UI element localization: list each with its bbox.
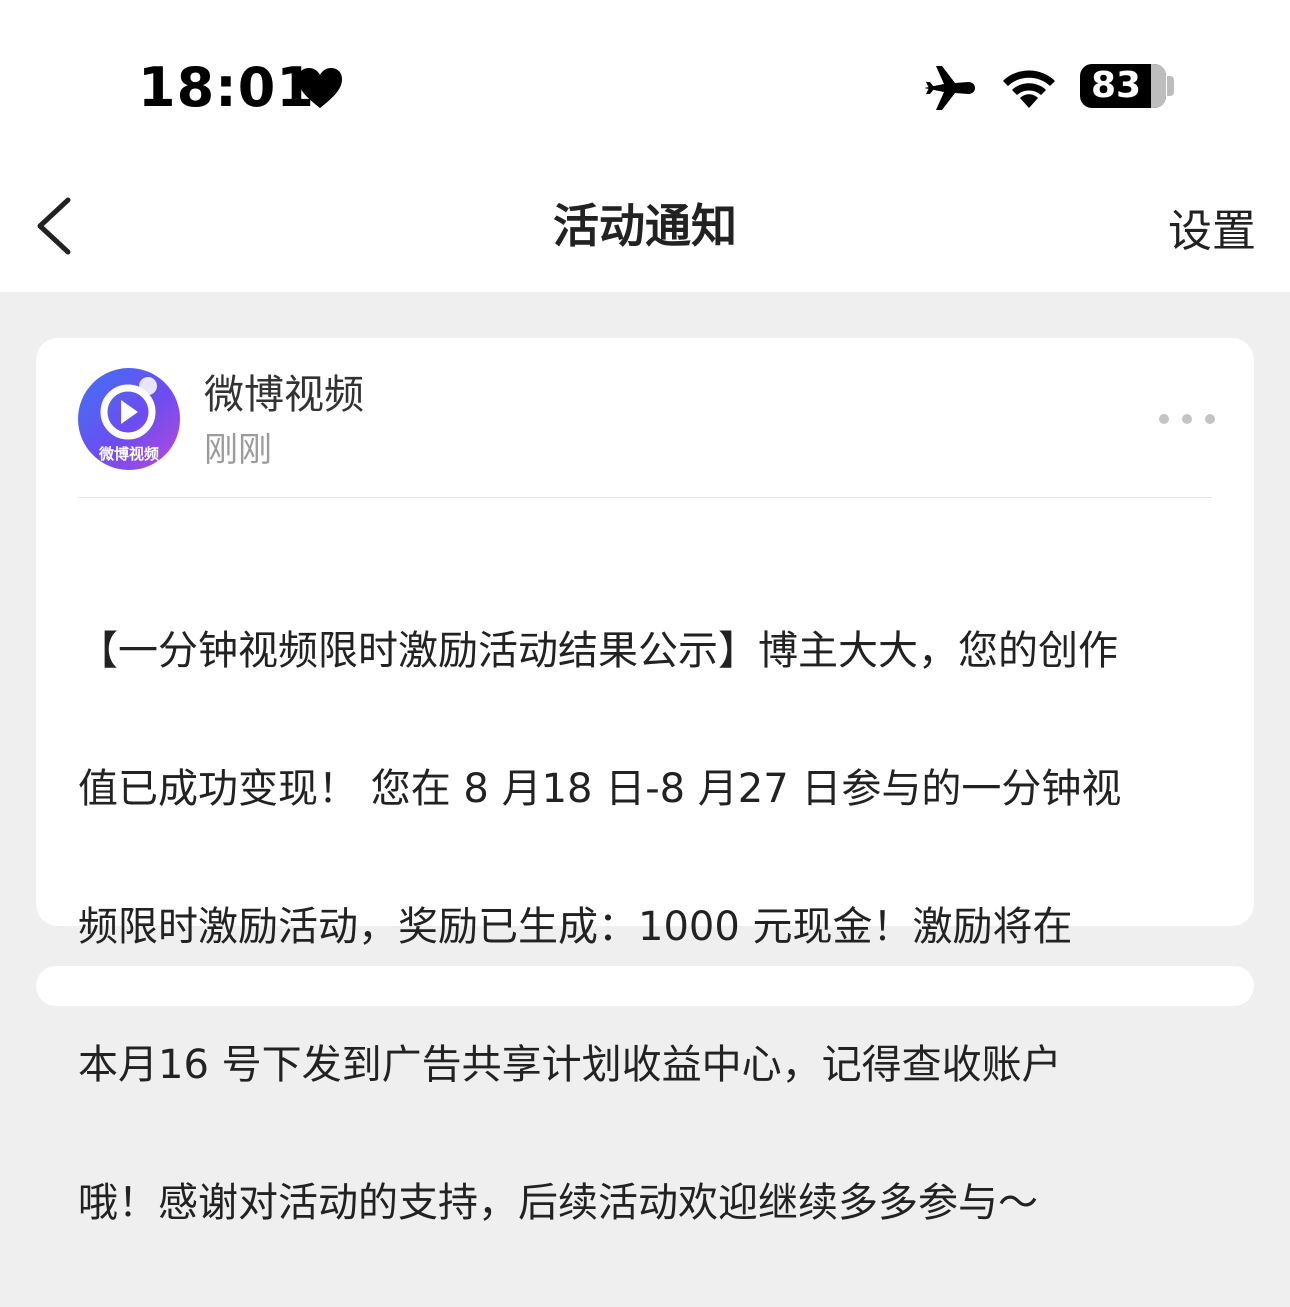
sent-time: 刚刚 — [204, 430, 272, 470]
notification-message: 【一分钟视频限时激励活动结果公示】博主大大，您的创作 值已成功变现！ 您在 8 … — [78, 548, 1218, 1307]
header-area: 18:01 83 活动通知 设置 — [0, 0, 1290, 292]
more-dots-icon[interactable] — [1156, 410, 1218, 428]
avatar-label: 微博视频 — [98, 445, 159, 463]
message-line: 本月16 号下发到广告共享计划收益中心，记得查收账户 — [78, 1042, 1062, 1088]
notification-card[interactable]: 微博视频 微博视频 刚刚 【一分钟视频限时激励活动结果公示】博主大大，您的创作 … — [36, 338, 1254, 1226]
message-line: 频限时激励活动，奖励已生成：1000 元现金！激励将在 — [78, 904, 1073, 950]
sender-name[interactable]: 微博视频 — [204, 368, 364, 422]
divider — [78, 497, 1212, 498]
battery-tip — [1167, 76, 1174, 96]
page-title: 活动通知 — [553, 199, 737, 253]
settings-button[interactable]: 设置 — [1168, 202, 1256, 262]
message-line: 值已成功变现！ 您在 8 月18 日-8 月27 日参与的一分钟视 — [78, 766, 1122, 812]
message-line: 哦！感谢对活动的支持，后续活动欢迎继续多多参与～ — [78, 1180, 1038, 1226]
battery-empty-portion — [1151, 64, 1166, 108]
wifi-icon — [1003, 70, 1055, 108]
battery-level: 83 — [1090, 65, 1142, 106]
status-time: 18:01 — [138, 56, 315, 119]
message-line: 【一分钟视频限时激励活动结果公示】博主大大，您的创作 — [78, 628, 1118, 674]
airplane-icon — [924, 66, 975, 110]
heart-icon — [298, 68, 342, 108]
next-notification-card[interactable] — [36, 966, 1254, 1006]
sender-avatar[interactable]: 微博视频 — [78, 368, 180, 470]
battery-icon: 83 — [1080, 64, 1166, 108]
